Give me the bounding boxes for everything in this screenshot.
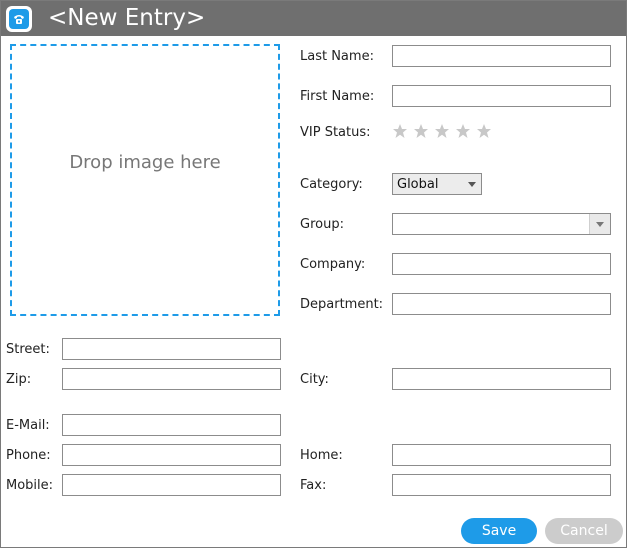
category-select[interactable]: Global [392,173,482,195]
star-icon[interactable] [455,123,471,139]
group-label: Group: [300,217,344,232]
drop-zone-label: Drop image here [69,152,221,173]
group-select[interactable] [392,213,611,235]
home-label: Home: [300,448,343,463]
city-input[interactable] [392,368,611,390]
star-icon[interactable] [392,123,408,139]
fax-input[interactable] [392,474,611,496]
email-input[interactable] [62,414,281,436]
image-drop-zone[interactable]: Drop image here [10,44,280,316]
department-label: Department: [300,297,384,312]
vip-status-label: VIP Status: [300,125,371,140]
mobile-input[interactable] [62,474,281,496]
street-label: Street: [6,342,50,357]
star-icon[interactable] [434,123,450,139]
category-label: Category: [300,177,363,192]
chevron-down-icon [596,222,604,227]
title-bar: <New Entry> [1,1,626,36]
star-icon[interactable] [476,123,492,139]
city-label: City: [300,372,329,387]
new-entry-window: <New Entry> Drop image here Last Name: F… [0,0,627,548]
mobile-label: Mobile: [6,478,54,493]
vip-rating[interactable] [392,123,492,141]
zip-input[interactable] [62,368,281,390]
cancel-button[interactable]: Cancel [545,518,623,544]
phone-label: Phone: [6,448,51,463]
home-input[interactable] [392,444,611,466]
street-input[interactable] [62,338,281,360]
first-name-input[interactable] [392,85,611,107]
phone-input[interactable] [62,444,281,466]
star-icon[interactable] [413,123,429,139]
zip-label: Zip: [6,372,32,387]
email-label: E-Mail: [6,418,50,433]
company-input[interactable] [392,253,611,275]
category-value: Global [397,177,439,192]
last-name-input[interactable] [392,45,611,67]
fax-label: Fax: [300,478,327,493]
first-name-label: First Name: [300,89,375,104]
phone-icon [6,6,32,32]
department-input[interactable] [392,293,611,315]
group-dropdown-button[interactable] [589,214,610,234]
company-label: Company: [300,257,366,272]
save-button[interactable]: Save [461,518,537,544]
last-name-label: Last Name: [300,49,374,64]
chevron-down-icon [468,182,476,187]
window-title: <New Entry> [48,5,206,31]
